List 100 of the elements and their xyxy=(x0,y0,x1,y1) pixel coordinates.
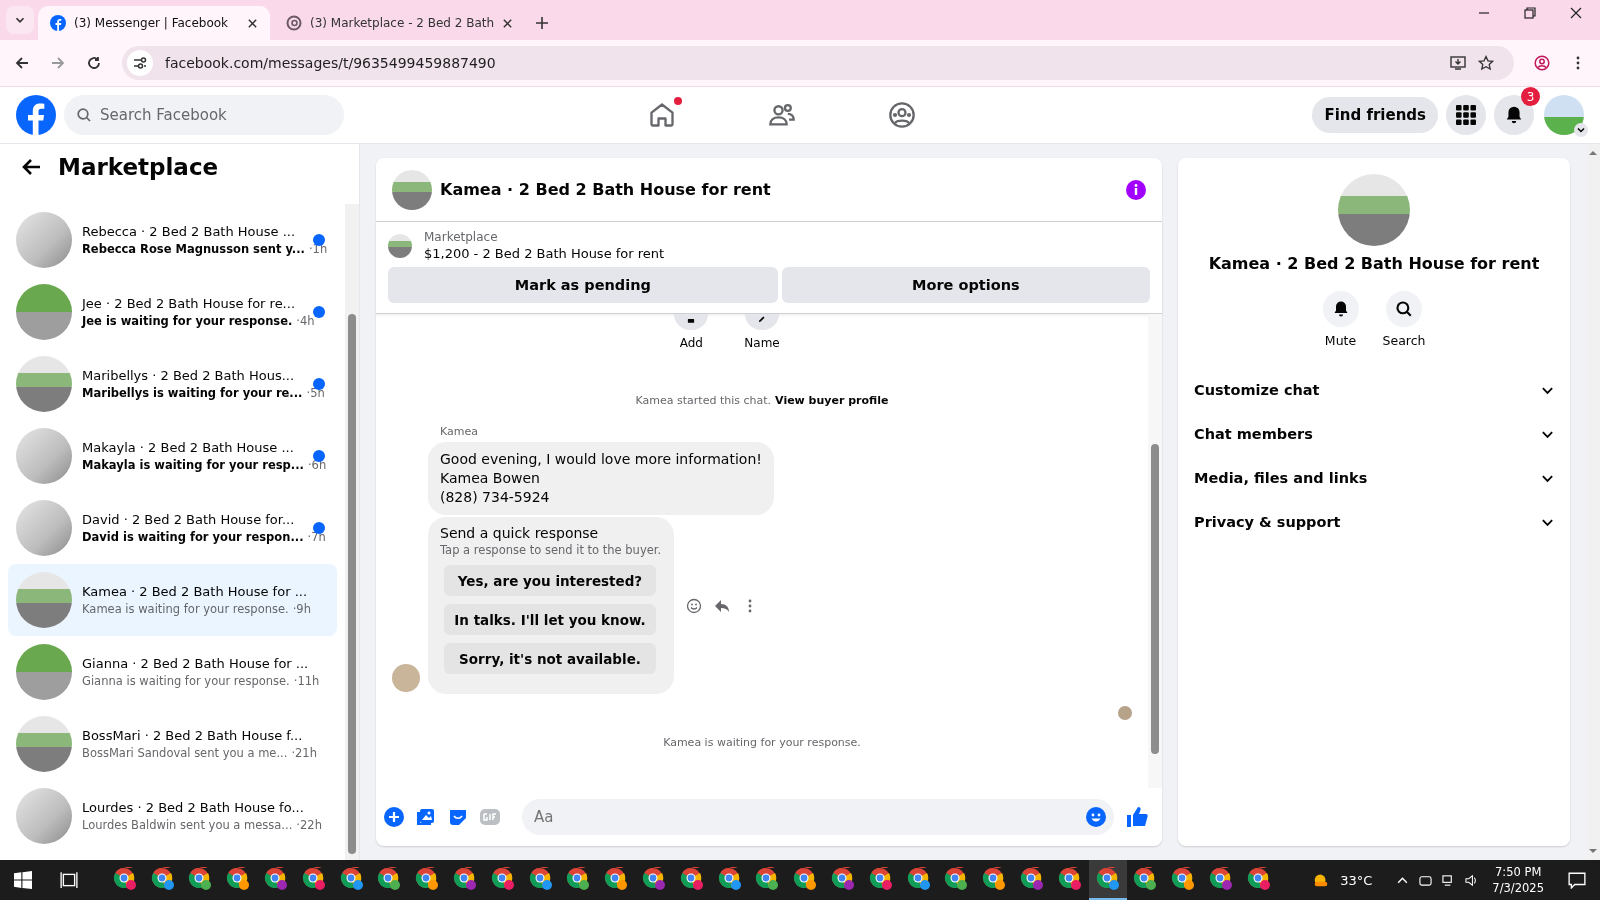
sidebar-title: Marketplace xyxy=(58,154,219,180)
profile-icon[interactable] xyxy=(1534,55,1550,71)
scrollbar-thumb[interactable] xyxy=(1151,444,1159,754)
message-preview: Gianna is waiting for your response. xyxy=(82,674,290,688)
section-header[interactable]: Customize chat xyxy=(1194,368,1554,412)
friends-icon[interactable] xyxy=(768,101,796,129)
plus-icon[interactable] xyxy=(384,807,404,827)
grid-icon xyxy=(1456,105,1476,125)
reload-icon[interactable] xyxy=(86,55,102,71)
message-preview: Maribellys is waiting for your re... xyxy=(82,386,303,400)
facebook-logo-icon[interactable] xyxy=(16,95,56,135)
address-bar[interactable]: facebook.com/messages/t/9635499459887490 xyxy=(122,46,1514,80)
quick-response-button[interactable]: In talks. I'll let you know. xyxy=(444,604,656,635)
quick-response-button[interactable]: Sorry, it's not available. xyxy=(444,643,656,674)
chat-title: Kamea · 2 Bed 2 Bath House for rent xyxy=(1208,254,1540,273)
notification-center-icon[interactable] xyxy=(1568,871,1586,889)
section-header[interactable]: Media, files and links xyxy=(1194,456,1554,500)
scroll-up-icon[interactable] xyxy=(1588,148,1598,158)
message-preview: Jee is waiting for your response. xyxy=(82,314,293,328)
close-icon[interactable] xyxy=(247,17,258,29)
chat-title: Kamea · 2 Bed 2 Bath House for rent xyxy=(440,180,772,199)
search-input[interactable]: Search Facebook xyxy=(100,96,320,134)
message-time: ·22h xyxy=(296,818,322,832)
buyer-profile-link[interactable]: View buyer profile xyxy=(775,394,889,407)
new-tab-icon[interactable] xyxy=(535,16,550,30)
search-icon xyxy=(1395,300,1413,318)
quick-response-hint: Tap a response to send it to the buyer. xyxy=(440,543,662,557)
conversation-item[interactable]: Jee · 2 Bed 2 Bath House for re... Jee is waiting for your response. ·4h xyxy=(8,276,337,348)
status-message: Kamea is waiting for your response. xyxy=(662,736,862,749)
section-header[interactable]: Privacy & support xyxy=(1194,500,1554,544)
conversation-item[interactable]: BossMari · 2 Bed 2 Bath House f... BossMari Sandoval sent you a me... ·21h xyxy=(8,708,337,780)
sender-name: Kamea xyxy=(440,425,479,438)
star-icon[interactable] xyxy=(1478,55,1494,71)
conversation-title: Makayla · 2 Bed 2 Bath House ... xyxy=(82,440,295,455)
browser-tab[interactable]: (3) Marketplace - 2 Bed 2 Bath xyxy=(274,6,526,40)
message-time: ·9h xyxy=(292,602,311,616)
scroll-down-icon[interactable] xyxy=(1588,846,1598,856)
close-icon[interactable] xyxy=(1570,7,1582,19)
conversation-item[interactable]: Lourdes · 2 Bed 2 Bath House fo... Lourdes Baldwin sent you a messa... ·22h xyxy=(8,780,337,852)
thumbs-up-icon[interactable] xyxy=(1126,806,1148,828)
message-time: ·4h xyxy=(296,314,315,328)
windows-start-icon[interactable] xyxy=(14,871,32,889)
image-icon[interactable] xyxy=(416,807,436,827)
more-options-button[interactable]: More options xyxy=(781,267,1150,303)
browser-app-icon[interactable] xyxy=(1088,860,1127,900)
search-field[interactable]: Search Facebook xyxy=(64,95,344,135)
temperature-text[interactable]: 33°C xyxy=(1340,872,1373,888)
speaker-icon[interactable] xyxy=(1465,873,1479,887)
listing-photo xyxy=(16,212,72,268)
scrollbar-thumb[interactable] xyxy=(348,314,356,854)
conversation-item[interactable]: Kamea · 2 Bed 2 Bath House for ... Kamea is waiting for your response. ·9h xyxy=(8,564,337,636)
message-preview: David is waiting for your respon... xyxy=(82,530,304,544)
forward-icon[interactable] xyxy=(50,55,66,71)
caret-icon[interactable] xyxy=(1574,123,1588,137)
bell-icon xyxy=(1504,105,1524,125)
message-preview: Rebecca Rose Magnusson sent y... xyxy=(82,242,305,256)
search-icon xyxy=(76,107,92,123)
find-friends-button[interactable]: Find friends xyxy=(1312,97,1438,133)
facebook-logo-icon xyxy=(50,15,66,31)
conversation-item[interactable]: Gianna · 2 Bed 2 Bath House for ... Gianna is waiting for your response. ·11h xyxy=(8,636,337,708)
menu-button[interactable] xyxy=(1446,95,1486,135)
info-icon[interactable] xyxy=(1126,179,1146,200)
action-label: Name xyxy=(744,336,780,350)
section-header[interactable]: Chat members xyxy=(1194,412,1554,456)
conversation-title: David · 2 Bed 2 Bath House for... xyxy=(82,512,296,527)
install-app-icon[interactable] xyxy=(1450,55,1466,71)
smiley-icon[interactable] xyxy=(686,597,702,614)
action-label: Add xyxy=(679,336,703,350)
quick-response-button[interactable]: Yes, are you interested? xyxy=(444,565,656,596)
restore-icon[interactable] xyxy=(1524,7,1536,19)
conversation-title: Kamea · 2 Bed 2 Bath House for ... xyxy=(82,584,309,599)
listing-photo xyxy=(16,572,72,628)
message-text: Kamea Bowen xyxy=(440,469,541,488)
browser-tab[interactable]: (3) Messenger | Facebook xyxy=(38,6,270,40)
conversation-title: BossMari · 2 Bed 2 Bath House f... xyxy=(82,728,304,743)
conversation-title: Gianna · 2 Bed 2 Bath House for ... xyxy=(82,656,310,671)
read-receipt-avatar xyxy=(1118,706,1132,720)
avatar xyxy=(392,664,420,692)
conversation-title: Maribellys · 2 Bed 2 Bath Hous... xyxy=(82,368,296,383)
mark-pending-button[interactable]: Mark as pending xyxy=(388,267,778,303)
listing-photo xyxy=(392,169,432,210)
clock[interactable]: 7:50 PM 7/3/2025 xyxy=(1492,864,1544,896)
close-icon[interactable] xyxy=(502,17,514,29)
back-arrow-icon[interactable] xyxy=(22,157,42,177)
sticker-icon[interactable] xyxy=(448,807,468,827)
camera-icon[interactable] xyxy=(1419,873,1433,887)
conversation-title: Jee · 2 Bed 2 Bath House for re... xyxy=(82,296,297,311)
listing-photo xyxy=(16,428,72,484)
conversation-title: Lourdes · 2 Bed 2 Bath House fo... xyxy=(82,800,305,815)
site-settings-icon[interactable] xyxy=(127,50,153,76)
message-text: (828) 734-5924 xyxy=(440,488,551,507)
notification-badge: 3 xyxy=(1521,87,1540,106)
task-view-icon[interactable] xyxy=(60,871,78,889)
listing-name[interactable]: $1,200 - 2 Bed 2 Bath House for rent xyxy=(424,246,665,261)
groups-icon[interactable] xyxy=(888,101,916,129)
listing-photo xyxy=(16,500,72,556)
back-icon[interactable] xyxy=(14,55,30,71)
home-icon[interactable] xyxy=(648,101,676,129)
emoji-icon[interactable] xyxy=(1086,807,1106,827)
quick-response-title: Send a quick response xyxy=(440,525,600,541)
